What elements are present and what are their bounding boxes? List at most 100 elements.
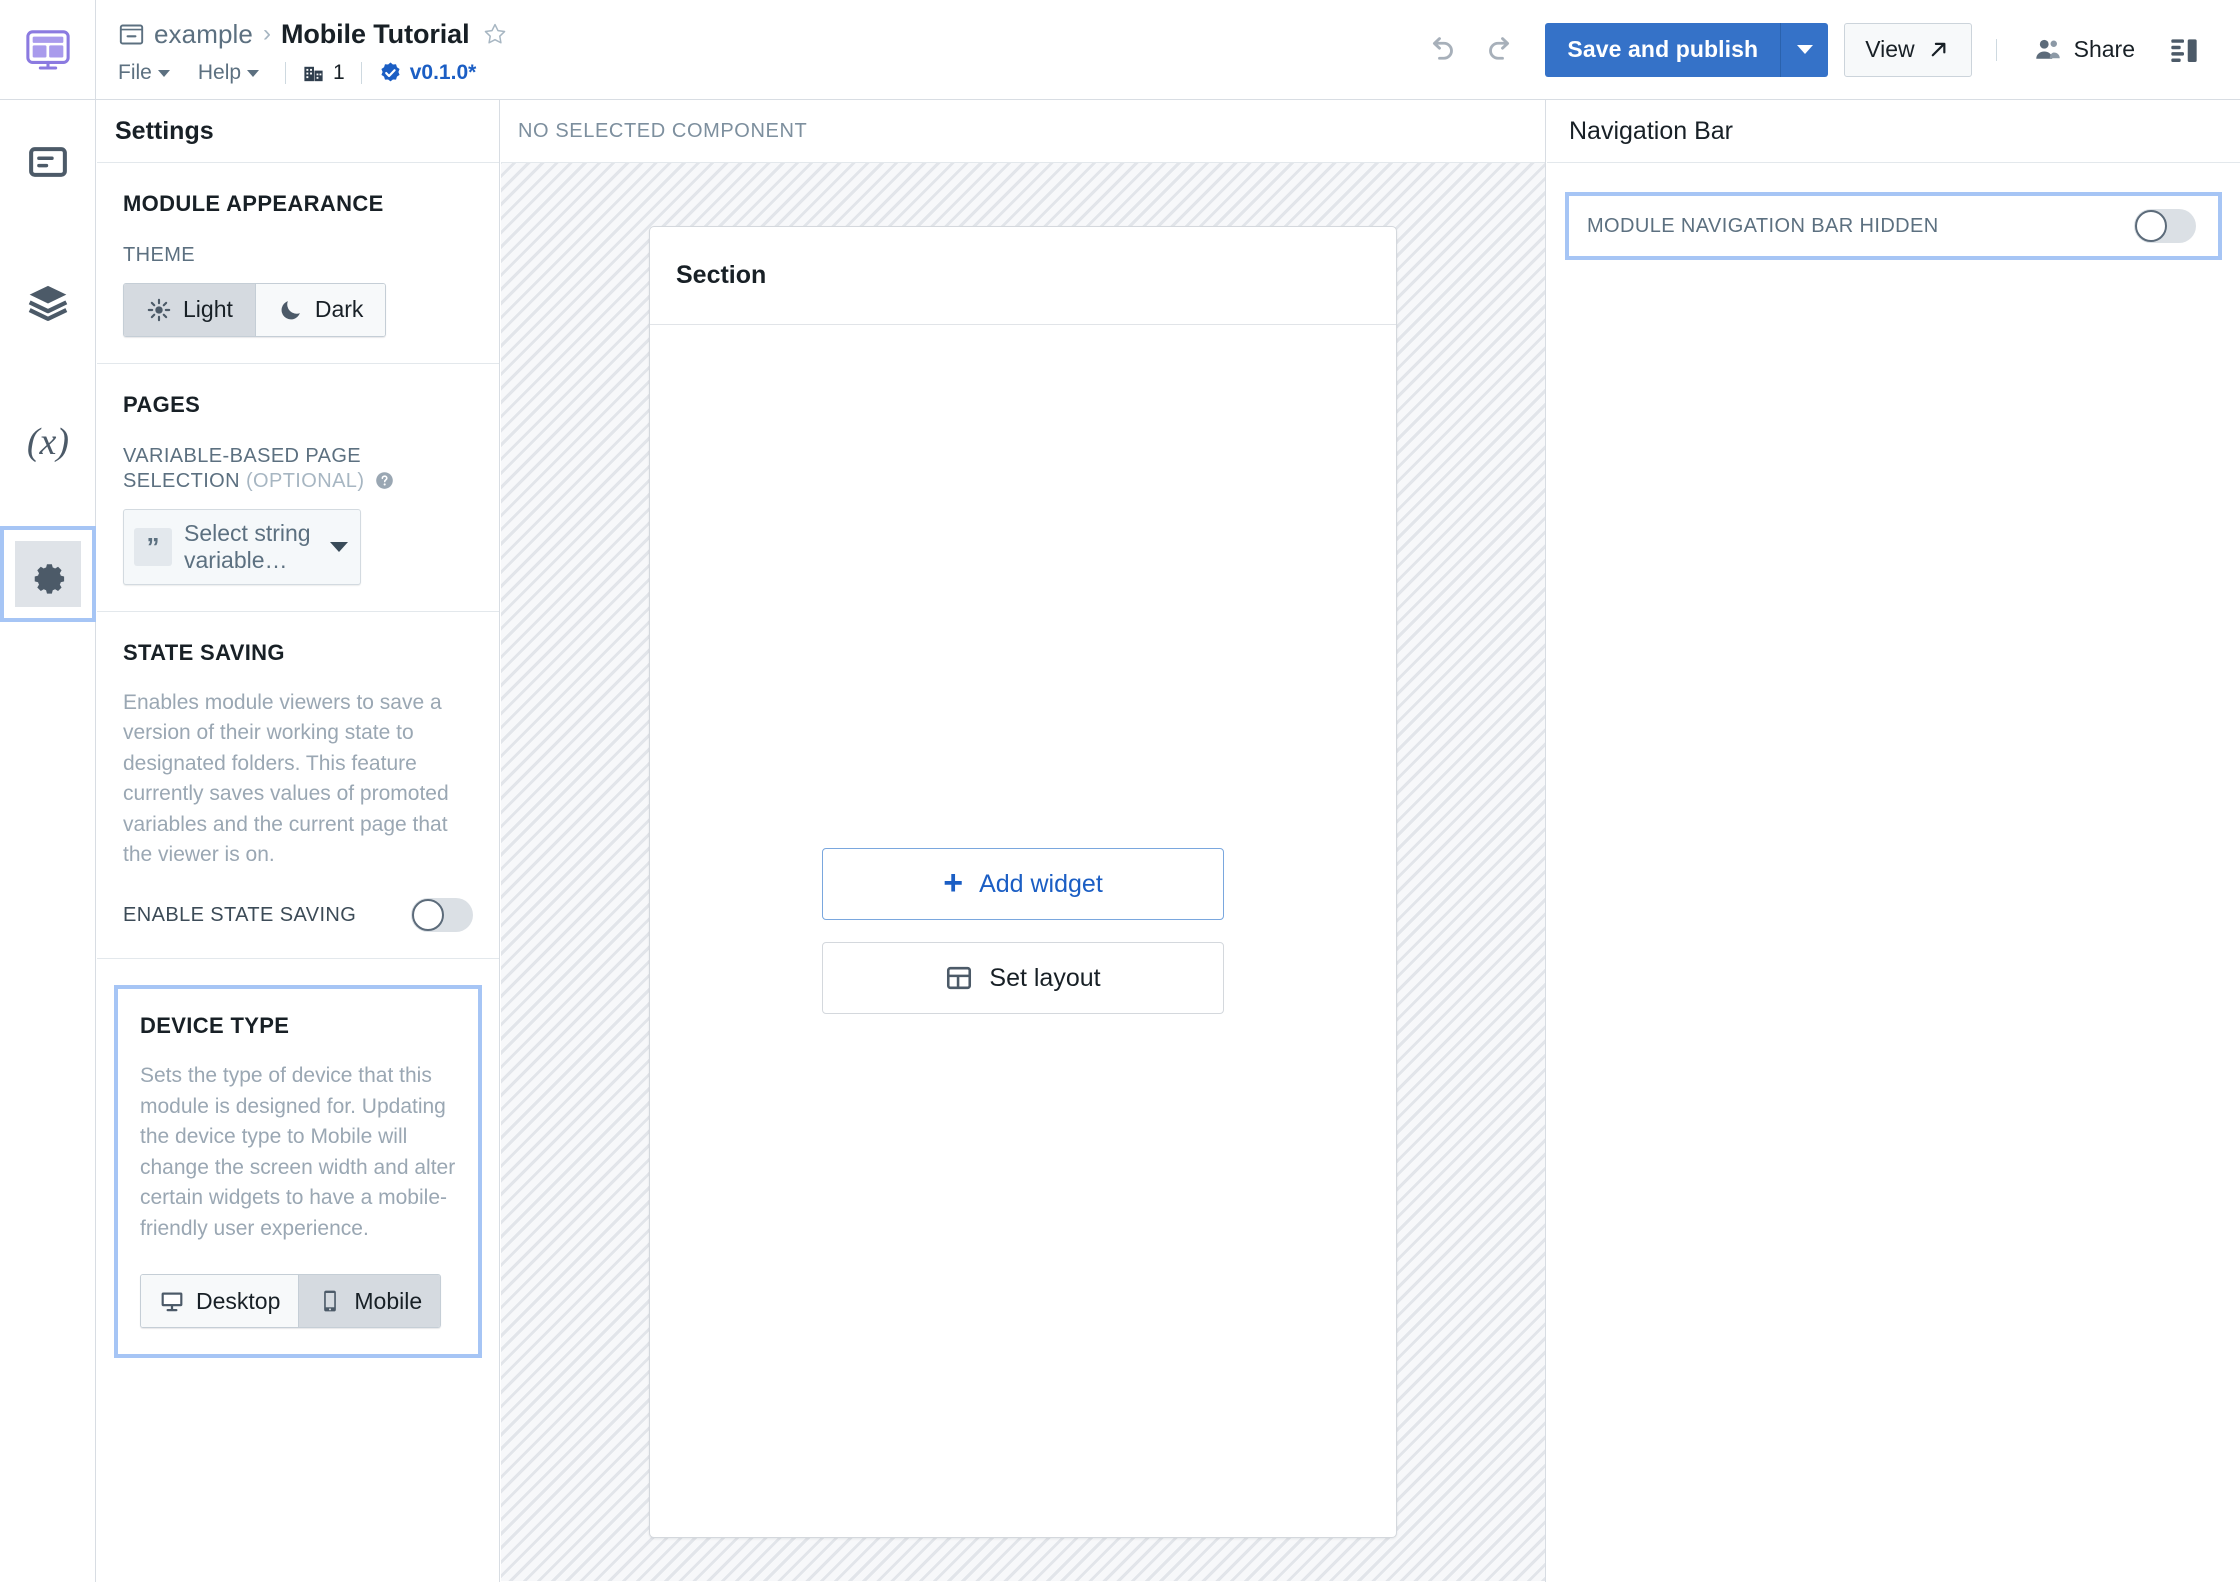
breadcrumb-parent[interactable]: example xyxy=(154,19,253,50)
organization-chip[interactable]: 1 xyxy=(302,61,345,85)
panel-toggle-button[interactable] xyxy=(2161,27,2207,73)
state-saving-description: Enables module viewers to save a version… xyxy=(123,690,449,866)
device-mobile-button[interactable]: Mobile xyxy=(299,1275,441,1328)
sidebar-item-settings[interactable] xyxy=(0,526,96,622)
navigation-bar-title: Navigation Bar xyxy=(1569,116,1733,145)
help-circle-icon[interactable] xyxy=(375,471,394,490)
canvas-column: NO SELECTED COMPONENT Section + Add widg… xyxy=(501,100,1546,1582)
menu-help[interactable]: Help xyxy=(180,59,269,87)
section-header[interactable]: Section xyxy=(650,227,1396,325)
mobile-phone-icon xyxy=(324,1290,337,1312)
menu-row: File Help 1 v0.1.0* xyxy=(118,55,1411,91)
canvas-workspace[interactable]: Section + Add widget Set layout xyxy=(501,163,1545,1581)
external-link-icon xyxy=(1931,42,1946,57)
version-label: v0.1.0* xyxy=(409,61,477,84)
set-layout-label: Set layout xyxy=(989,963,1101,992)
pages-section: PAGES VARIABLE-BASED PAGE SELECTION (OPT… xyxy=(97,364,499,612)
overview-panel-icon xyxy=(29,147,67,177)
theme-segmented-control: Light Dark xyxy=(123,282,387,337)
canvas-header: NO SELECTED COMPONENT xyxy=(501,100,1545,163)
enable-state-saving-toggle[interactable] xyxy=(411,898,473,933)
device-type-title: DEVICE TYPE xyxy=(140,1013,290,1039)
save-options-dropdown-button[interactable] xyxy=(1780,22,1829,77)
divider xyxy=(1995,38,1997,61)
verified-badge-icon xyxy=(381,61,400,81)
gear-icon xyxy=(34,564,65,594)
selected-component-label: NO SELECTED COMPONENT xyxy=(518,119,808,142)
desktop-monitor-icon xyxy=(161,1292,183,1312)
string-quote-icon: ” xyxy=(134,527,172,566)
device-desktop-label: Desktop xyxy=(196,1287,281,1314)
section-title: Section xyxy=(676,261,767,289)
toggle-knob xyxy=(412,899,444,932)
enable-state-saving-label: ENABLE STATE SAVING xyxy=(123,903,357,926)
string-variable-select[interactable]: ” Select string variable… xyxy=(123,508,361,585)
layers-icon xyxy=(28,285,68,321)
theme-dark-button[interactable]: Dark xyxy=(255,283,386,336)
menu-file-label: File xyxy=(118,61,152,84)
app-logo[interactable] xyxy=(0,0,96,99)
save-and-publish-button[interactable]: Save and publish xyxy=(1545,22,1781,77)
save-and-publish-group: Save and publish xyxy=(1545,22,1829,77)
page-title: Mobile Tutorial xyxy=(280,18,470,49)
device-desktop-button[interactable]: Desktop xyxy=(141,1275,300,1328)
navigation-bar-header: Navigation Bar xyxy=(1547,100,2240,163)
variable-page-selection-label: VARIABLE-BASED PAGE SELECTION (OPTIONAL) xyxy=(123,444,473,495)
chevron-down-icon xyxy=(1796,45,1813,54)
workshop-logo-icon xyxy=(25,29,70,70)
star-outline-icon[interactable] xyxy=(483,22,507,46)
state-saving-section: STATE SAVING Enables module viewers to s… xyxy=(97,612,499,960)
module-navigation-bar-hidden-label: MODULE NAVIGATION BAR HIDDEN xyxy=(1587,214,1939,237)
organization-icon xyxy=(304,66,323,81)
organization-count: 1 xyxy=(333,61,345,84)
share-button[interactable]: Share xyxy=(2023,35,2145,65)
module-navigation-bar-hidden-row: MODULE NAVIGATION BAR HIDDEN xyxy=(1565,192,2222,260)
menu-help-label: Help xyxy=(197,61,242,84)
redo-icon xyxy=(1489,36,1510,60)
divider xyxy=(285,62,287,84)
enable-state-saving-row: ENABLE STATE SAVING xyxy=(123,898,473,933)
device-type-section: DEVICE TYPE Sets the type of device that… xyxy=(114,985,482,1359)
device-mobile-label: Mobile xyxy=(354,1287,423,1314)
breadcrumb: example › Mobile Tutorial xyxy=(118,15,1411,53)
module-appearance-section: MODULE APPEARANCE THEME Light Dark xyxy=(97,163,499,364)
people-icon xyxy=(2035,39,2060,59)
undo-icon xyxy=(1433,36,1454,60)
toggle-knob xyxy=(2135,210,2167,242)
section-body: + Add widget Set layout xyxy=(650,325,1396,1537)
view-button[interactable]: View xyxy=(1844,22,1972,77)
plus-icon: + xyxy=(943,864,964,903)
share-label: Share xyxy=(2073,36,2135,62)
add-widget-button[interactable]: + Add widget xyxy=(822,848,1224,920)
device-type-segmented-control: Desktop Mobile xyxy=(140,1274,442,1329)
divider xyxy=(360,62,362,84)
chevron-down-icon xyxy=(157,69,170,77)
optional-marker: (OPTIONAL) xyxy=(245,470,365,493)
chevron-down-icon xyxy=(247,69,260,77)
theme-light-button[interactable]: Light xyxy=(124,283,256,336)
settings-panel-title: Settings xyxy=(115,116,214,145)
toolbar-actions: Save and publish View Share xyxy=(1411,0,2240,99)
state-saving-title: STATE SAVING xyxy=(123,639,285,665)
theme-light-label: Light xyxy=(183,296,233,323)
set-layout-button[interactable]: Set layout xyxy=(822,942,1224,1014)
view-button-label: View xyxy=(1865,36,1915,62)
add-widget-label: Add widget xyxy=(979,869,1103,898)
sidebar-item-overview[interactable] xyxy=(0,114,96,210)
moon-icon xyxy=(281,300,300,320)
module-navigation-bar-hidden-toggle[interactable] xyxy=(2134,209,2196,243)
sidebar-item-variables[interactable]: (x) xyxy=(0,394,96,490)
top-toolbar: example › Mobile Tutorial File Help 1 v0… xyxy=(0,0,2240,100)
undo-button[interactable] xyxy=(1418,27,1464,73)
theme-dark-label: Dark xyxy=(314,296,364,323)
device-type-description: Sets the type of device that this module… xyxy=(140,1064,456,1240)
string-variable-select-value: Select string variable… xyxy=(184,520,311,573)
menu-file[interactable]: File xyxy=(118,59,180,87)
version-chip[interactable]: v0.1.0* xyxy=(378,61,477,86)
module-preview-card: Section + Add widget Set layout xyxy=(649,226,1397,1538)
panel-layout-icon xyxy=(2171,38,2197,62)
redo-button[interactable] xyxy=(1478,27,1524,73)
sidebar-item-layers[interactable] xyxy=(0,254,96,350)
layout-grid-icon xyxy=(947,966,972,990)
navigation-bar-panel: Navigation Bar MODULE NAVIGATION BAR HID… xyxy=(1547,100,2240,1582)
